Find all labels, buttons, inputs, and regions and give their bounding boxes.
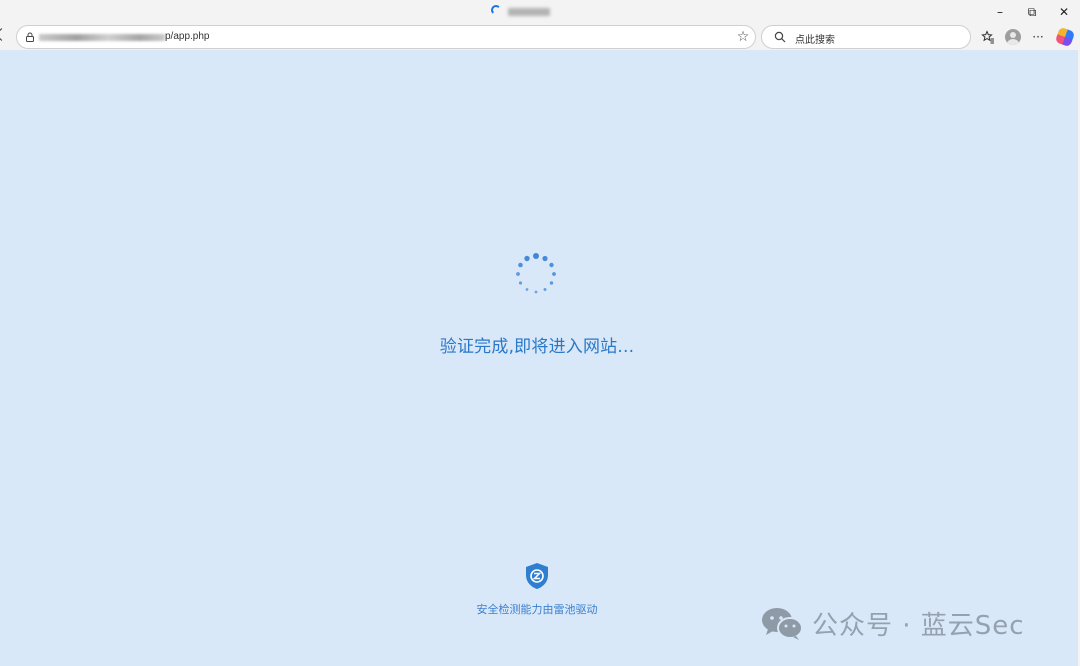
verification-status-text: 验证完成,即将进入网站... xyxy=(439,337,635,357)
search-box[interactable]: 点此搜索 xyxy=(761,25,971,49)
address-bar[interactable]: p/app.php ☆ xyxy=(16,25,756,49)
profile-avatar[interactable] xyxy=(1003,27,1023,47)
back-chevron-icon[interactable] xyxy=(0,28,8,41)
search-placeholder: 点此搜索 xyxy=(795,35,835,46)
tab-title-blurred[interactable] xyxy=(508,8,550,16)
search-icon xyxy=(774,31,786,43)
favorites-icon[interactable] xyxy=(978,27,998,47)
page-viewport: 验证完成,即将进入网站... 安全检测能力由雷池驱动 公众号 · 蓝云Sec xyxy=(0,50,1080,666)
copilot-icon xyxy=(1054,26,1076,48)
url-blurred xyxy=(39,34,165,41)
watermark-text: 公众号 · 蓝云Sec xyxy=(812,610,1025,641)
shield-icon xyxy=(526,563,548,589)
minimize-button[interactable]: – xyxy=(985,2,1015,22)
browser-titlebar: – ⧉ ✕ xyxy=(0,0,1080,24)
loading-spinner-icon xyxy=(516,253,556,294)
tab-loading-spinner-icon xyxy=(491,5,501,15)
close-button[interactable]: ✕ xyxy=(1049,2,1079,22)
avatar-icon xyxy=(1005,29,1021,45)
copilot-button[interactable] xyxy=(1054,26,1076,48)
restore-button[interactable]: ⧉ xyxy=(1017,2,1047,22)
url-text[interactable]: p/app.php xyxy=(165,31,210,42)
lock-icon[interactable] xyxy=(25,32,35,42)
browser-toolbar: p/app.php ☆ 点此搜索 ··· xyxy=(0,24,1080,50)
wechat-icon xyxy=(762,608,803,640)
more-icon[interactable]: ··· xyxy=(1028,27,1048,47)
favorite-star-icon[interactable]: ☆ xyxy=(735,29,751,45)
watermark: 公众号 · 蓝云Sec xyxy=(760,605,1025,641)
